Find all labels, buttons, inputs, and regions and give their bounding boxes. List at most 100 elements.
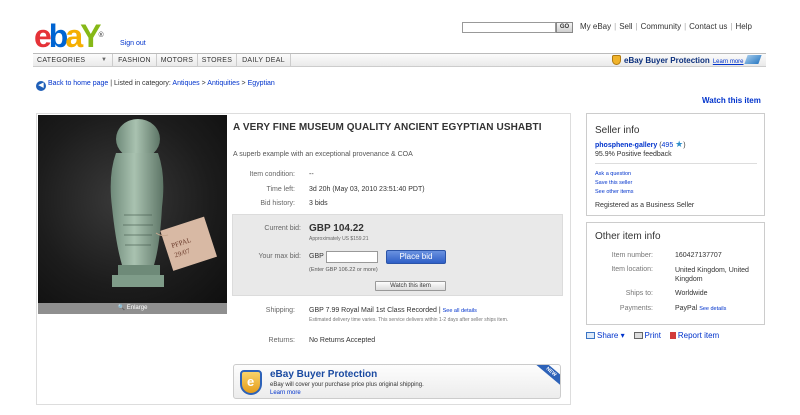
buyer-protection-label: eBay Buyer Protection: [624, 56, 710, 65]
tag-icon: [743, 55, 762, 64]
print-label: Print: [644, 331, 661, 340]
payments-value-row: PayPal See details: [675, 305, 726, 312]
header: ebaY® Sign out GO My eBay | Sell | Community…: [0, 0, 800, 52]
item-subtitle: A superb example with an exceptional pro…: [233, 151, 413, 158]
item-actions: Share ▾ Print Report item: [586, 331, 719, 340]
current-bid-label: Current bid:: [264, 225, 301, 232]
bid-history-label: Bid history:: [260, 200, 295, 207]
flag-icon: [669, 332, 676, 339]
bbp-title: eBay Buyer Protection: [270, 369, 378, 380]
buyer-protection-banner: eBay Buyer Protection Learn more: [612, 55, 762, 65]
currency-label: GBP: [309, 253, 324, 260]
nav-categories[interactable]: CATEGORIES ▼: [33, 54, 113, 67]
nav-categories-label: CATEGORIES: [37, 57, 86, 64]
search-input[interactable]: [462, 22, 556, 33]
nav-stores[interactable]: STORES: [198, 54, 237, 67]
bid-hint: (Enter GBP 106.22 or more): [309, 267, 378, 273]
share-label: Share: [597, 331, 619, 340]
watch-item-button[interactable]: Watch this item: [375, 281, 446, 291]
positive-feedback: 95.9% Positive feedback: [595, 151, 672, 158]
breadcrumb-antiques[interactable]: Antiques: [172, 80, 199, 87]
buyer-protection-box: eBay Buyer Protection eBay will cover yo…: [233, 364, 561, 399]
current-bid-value: GBP 104.22: [309, 223, 364, 234]
bbp-description: eBay will cover your purchase price plus…: [270, 382, 424, 388]
save-seller-link[interactable]: Save this seller: [595, 180, 632, 186]
magnifier-icon: 🔍: [117, 305, 126, 311]
seller-info-box: Seller info phosphene-gallery (495 ★) 95…: [586, 113, 765, 216]
print-button[interactable]: Print: [633, 331, 661, 340]
breadcrumb-antiquities[interactable]: Antiquities: [207, 80, 239, 87]
breadcrumb: ◀ Back to home page | Listed in category:…: [36, 80, 275, 91]
time-left-label: Time left:: [266, 186, 295, 193]
time-left-value: 3d 20h (May 03, 2010 23:51:40 PDT): [309, 186, 425, 193]
payments-value: PayPal: [675, 305, 698, 312]
ships-to-value: Worldwide: [675, 290, 708, 297]
seller-name-link[interactable]: phosphene-gallery: [595, 142, 657, 149]
ebay-shield-icon: [240, 370, 262, 395]
other-item-info-box: Other item info Item number: 16042713770…: [586, 222, 765, 325]
share-icon: [586, 332, 595, 339]
breadcrumb-egyptian[interactable]: Egyptian: [248, 80, 275, 87]
ebay-logo[interactable]: ebaY®: [34, 20, 104, 52]
new-ribbon: NEW: [535, 365, 560, 386]
payments-label: Payments:: [619, 305, 653, 312]
bid-panel: Current bid: GBP 104.22 Approximately US…: [232, 214, 563, 296]
see-details-link[interactable]: See details: [699, 306, 726, 312]
place-bid-button[interactable]: Place bid: [386, 250, 446, 264]
see-all-details-link[interactable]: See all details: [443, 308, 477, 314]
bid-history-link[interactable]: 3 bids: [309, 200, 328, 207]
back-to-home-link[interactable]: Back to home page: [48, 80, 108, 87]
item-location-value: United Kingdom, United Kingdom: [675, 267, 749, 283]
chevron-down-icon: ▼: [101, 57, 108, 63]
item-photo[interactable]: PFPAL 29/07: [38, 115, 227, 303]
nav-motors[interactable]: MOTORS: [157, 54, 198, 67]
learn-more-link[interactable]: Learn more: [713, 59, 744, 65]
item-location-label: Item location:: [611, 266, 653, 273]
shield-icon: [612, 55, 621, 65]
condition-label: Item condition:: [249, 171, 295, 178]
ushabti-figure-image: PFPAL 29/07: [110, 119, 218, 287]
seller-name-row: phosphene-gallery (495 ★): [595, 139, 686, 150]
returns-value: No Returns Accepted: [309, 337, 376, 344]
help-link[interactable]: Help: [735, 22, 751, 31]
sign-out-link[interactable]: Sign out: [120, 40, 146, 47]
contact-us-link[interactable]: Contact us: [689, 22, 727, 31]
shipping-value-row: GBP 7.99 Royal Mail 1st Class Recorded |…: [309, 307, 477, 314]
search-go-button[interactable]: GO: [556, 22, 573, 33]
shipping-value: GBP 7.99 Royal Mail 1st Class Recorded: [309, 307, 437, 314]
returns-label: Returns:: [268, 337, 295, 344]
top-links: My eBay | Sell | Community | Contact us | Help: [580, 22, 752, 31]
score-close-paren: ): [683, 142, 686, 149]
max-bid-input[interactable]: [326, 251, 378, 263]
my-ebay-link[interactable]: My eBay: [580, 22, 611, 31]
ships-to-label: Ships to:: [625, 290, 653, 297]
shipping-detail: Estimated delivery time varies. This ser…: [309, 317, 509, 323]
nav-fashion[interactable]: FASHION: [113, 54, 157, 67]
community-link[interactable]: Community: [641, 22, 681, 31]
watch-this-item-link[interactable]: Watch this item: [702, 96, 761, 105]
breadcrumb-separator: >: [201, 80, 206, 87]
shipping-separator: |: [438, 307, 441, 314]
back-arrow-icon[interactable]: ◀: [36, 81, 46, 91]
item-number-label: Item number:: [611, 252, 653, 259]
printer-icon: [633, 332, 643, 339]
shipping-label: Shipping:: [265, 307, 295, 314]
share-button[interactable]: Share ▾: [586, 331, 625, 340]
listed-in-label: | Listed in category:: [110, 80, 171, 87]
item-box: PFPAL 29/07 🔍 Enlarge A VERY FINE MUSEUM…: [36, 113, 571, 405]
see-other-items-link[interactable]: See other items: [595, 189, 634, 195]
breadcrumb-separator: >: [241, 80, 246, 87]
feedback-score-link[interactable]: 495: [662, 142, 674, 149]
report-item-button[interactable]: Report item: [669, 331, 719, 340]
bbp-learn-more-link[interactable]: Learn more: [270, 390, 301, 396]
divider: [595, 163, 757, 164]
registered-business-seller: Registered as a Business Seller: [595, 202, 695, 209]
enlarge-button[interactable]: 🔍 Enlarge: [38, 303, 227, 314]
condition-value: --: [309, 171, 314, 178]
ask-question-link[interactable]: Ask a question: [595, 171, 631, 177]
nav-daily-deal[interactable]: DAILY DEAL: [237, 54, 291, 67]
sell-link[interactable]: Sell: [619, 22, 632, 31]
approx-usd: Approximately US $159.21: [309, 236, 369, 242]
item-number-value: 160427137707: [675, 252, 722, 259]
seller-info-heading: Seller info: [595, 125, 640, 136]
